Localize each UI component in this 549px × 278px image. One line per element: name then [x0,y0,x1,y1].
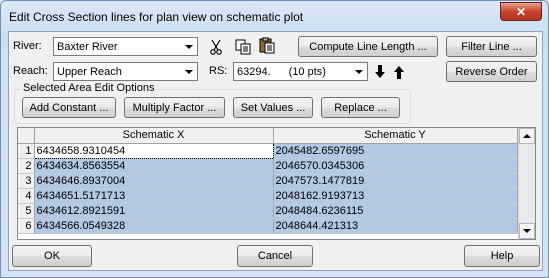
arrow-up-icon [394,65,404,79]
filter-line-button[interactable]: Filter Line ... [446,36,537,57]
paste-icon [259,37,275,54]
window-title: Edit Cross Section lines for plan view o… [9,9,304,24]
set-values-button[interactable]: Set Values ... [233,97,313,118]
river-label: River: [13,40,42,52]
chevron-up-icon [523,134,531,138]
table-row: 2 6434634.8563554 2046570.0345306 [18,158,518,174]
column-header-schematic-y[interactable]: Schematic Y [273,128,518,144]
cell-schematic-y[interactable]: 2045482.6597695 [273,143,518,159]
cell-schematic-x[interactable]: 6434646.8937004 [34,173,274,189]
row-number[interactable]: 6 [18,218,35,234]
column-header-schematic-x[interactable]: Schematic X [34,128,274,144]
multiply-factor-button[interactable]: Multiply Factor ... [124,97,225,118]
chevron-down-icon [523,229,531,233]
chevron-down-icon [181,64,196,79]
reach-value: Upper Reach [57,65,122,78]
ok-button[interactable]: OK [12,245,92,267]
reach-label: Reach: [13,65,48,77]
row-number[interactable]: 3 [18,173,35,189]
cell-schematic-x[interactable]: 6434612.8921591 [34,203,274,219]
selected-area-edit-options-group: Selected Area Edit Options Add Constant … [14,82,411,124]
previous-rs-button[interactable] [392,62,406,81]
river-value: Baxter River [57,40,118,53]
table-row: 5 6434612.8921591 2048484.6236115 [18,203,518,219]
row-number[interactable]: 4 [18,188,35,204]
row-number[interactable]: 2 [18,158,35,174]
cell-schematic-y[interactable]: 2047573.1477819 [273,173,518,189]
cell-schematic-y[interactable]: 2046570.0345306 [273,158,518,174]
compute-line-length-button[interactable]: Compute Line Length ... [298,36,438,57]
cancel-button[interactable]: Cancel [237,245,313,267]
row-number[interactable]: 5 [18,203,35,219]
cell-schematic-x[interactable]: 6434634.8563554 [34,158,274,174]
scroll-down-button[interactable] [519,223,535,239]
vertical-scrollbar[interactable] [518,128,535,239]
table-row: 1 6434658.9310454 2045482.6597695 [18,142,518,159]
cell-schematic-x[interactable]: 6434651.5171713 [34,188,274,204]
group-legend: Selected Area Edit Options [21,82,157,94]
scroll-up-button[interactable] [519,128,535,144]
title-bar: Edit Cross Section lines for plan view o… [2,2,547,31]
help-button[interactable]: Help [464,245,540,267]
coordinates-table-body: Schematic X Schematic Y 1 6434658.931045… [18,128,518,234]
copy-button[interactable] [234,37,252,56]
add-constant-button[interactable]: Add Constant ... [22,97,116,118]
chevron-down-icon [351,64,366,79]
table-header-row: Schematic X Schematic Y [18,128,518,144]
dialog-client-area: River: Baxter River Compute Line Length … [8,31,543,271]
cell-schematic-x[interactable]: 6434566.0549328 [34,218,274,234]
paste-button[interactable] [258,36,276,55]
cut-button[interactable] [207,37,225,56]
replace-button[interactable]: Replace ... [321,97,400,118]
chevron-down-icon [181,39,196,54]
close-button[interactable]: ✕ [500,2,542,21]
row-number[interactable]: 1 [18,143,35,159]
rs-label: RS: [209,65,228,77]
row-header-corner[interactable] [18,128,35,144]
arrow-down-icon [375,64,385,78]
cell-schematic-y[interactable]: 2048162.9193713 [273,188,518,204]
rs-value: 63294. [237,65,271,78]
cell-schematic-y[interactable]: 2048644.421313 [273,218,518,234]
rs-select[interactable]: 63294. (10 pts) [233,62,368,81]
cut-icon [210,39,222,55]
next-rs-button[interactable] [373,62,387,81]
reverse-order-button[interactable]: Reverse Order [446,61,537,82]
cell-schematic-y[interactable]: 2048484.6236115 [273,203,518,219]
river-select[interactable]: Baxter River [53,37,198,56]
copy-icon [235,39,251,54]
table-row: 6 6434566.0549328 2048644.421313 [18,218,518,234]
table-row: 3 6434646.8937004 2047573.1477819 [18,173,518,189]
cell-schematic-x[interactable]: 6434658.9310454 [33,142,274,159]
coordinates-table: Schematic X Schematic Y 1 6434658.931045… [17,127,536,240]
reach-select[interactable]: Upper Reach [53,62,198,81]
table-row: 4 6434651.5171713 2048162.9193713 [18,188,518,204]
rs-points: (10 pts) [288,65,326,78]
dialog-window: Edit Cross Section lines for plan view o… [0,0,549,278]
